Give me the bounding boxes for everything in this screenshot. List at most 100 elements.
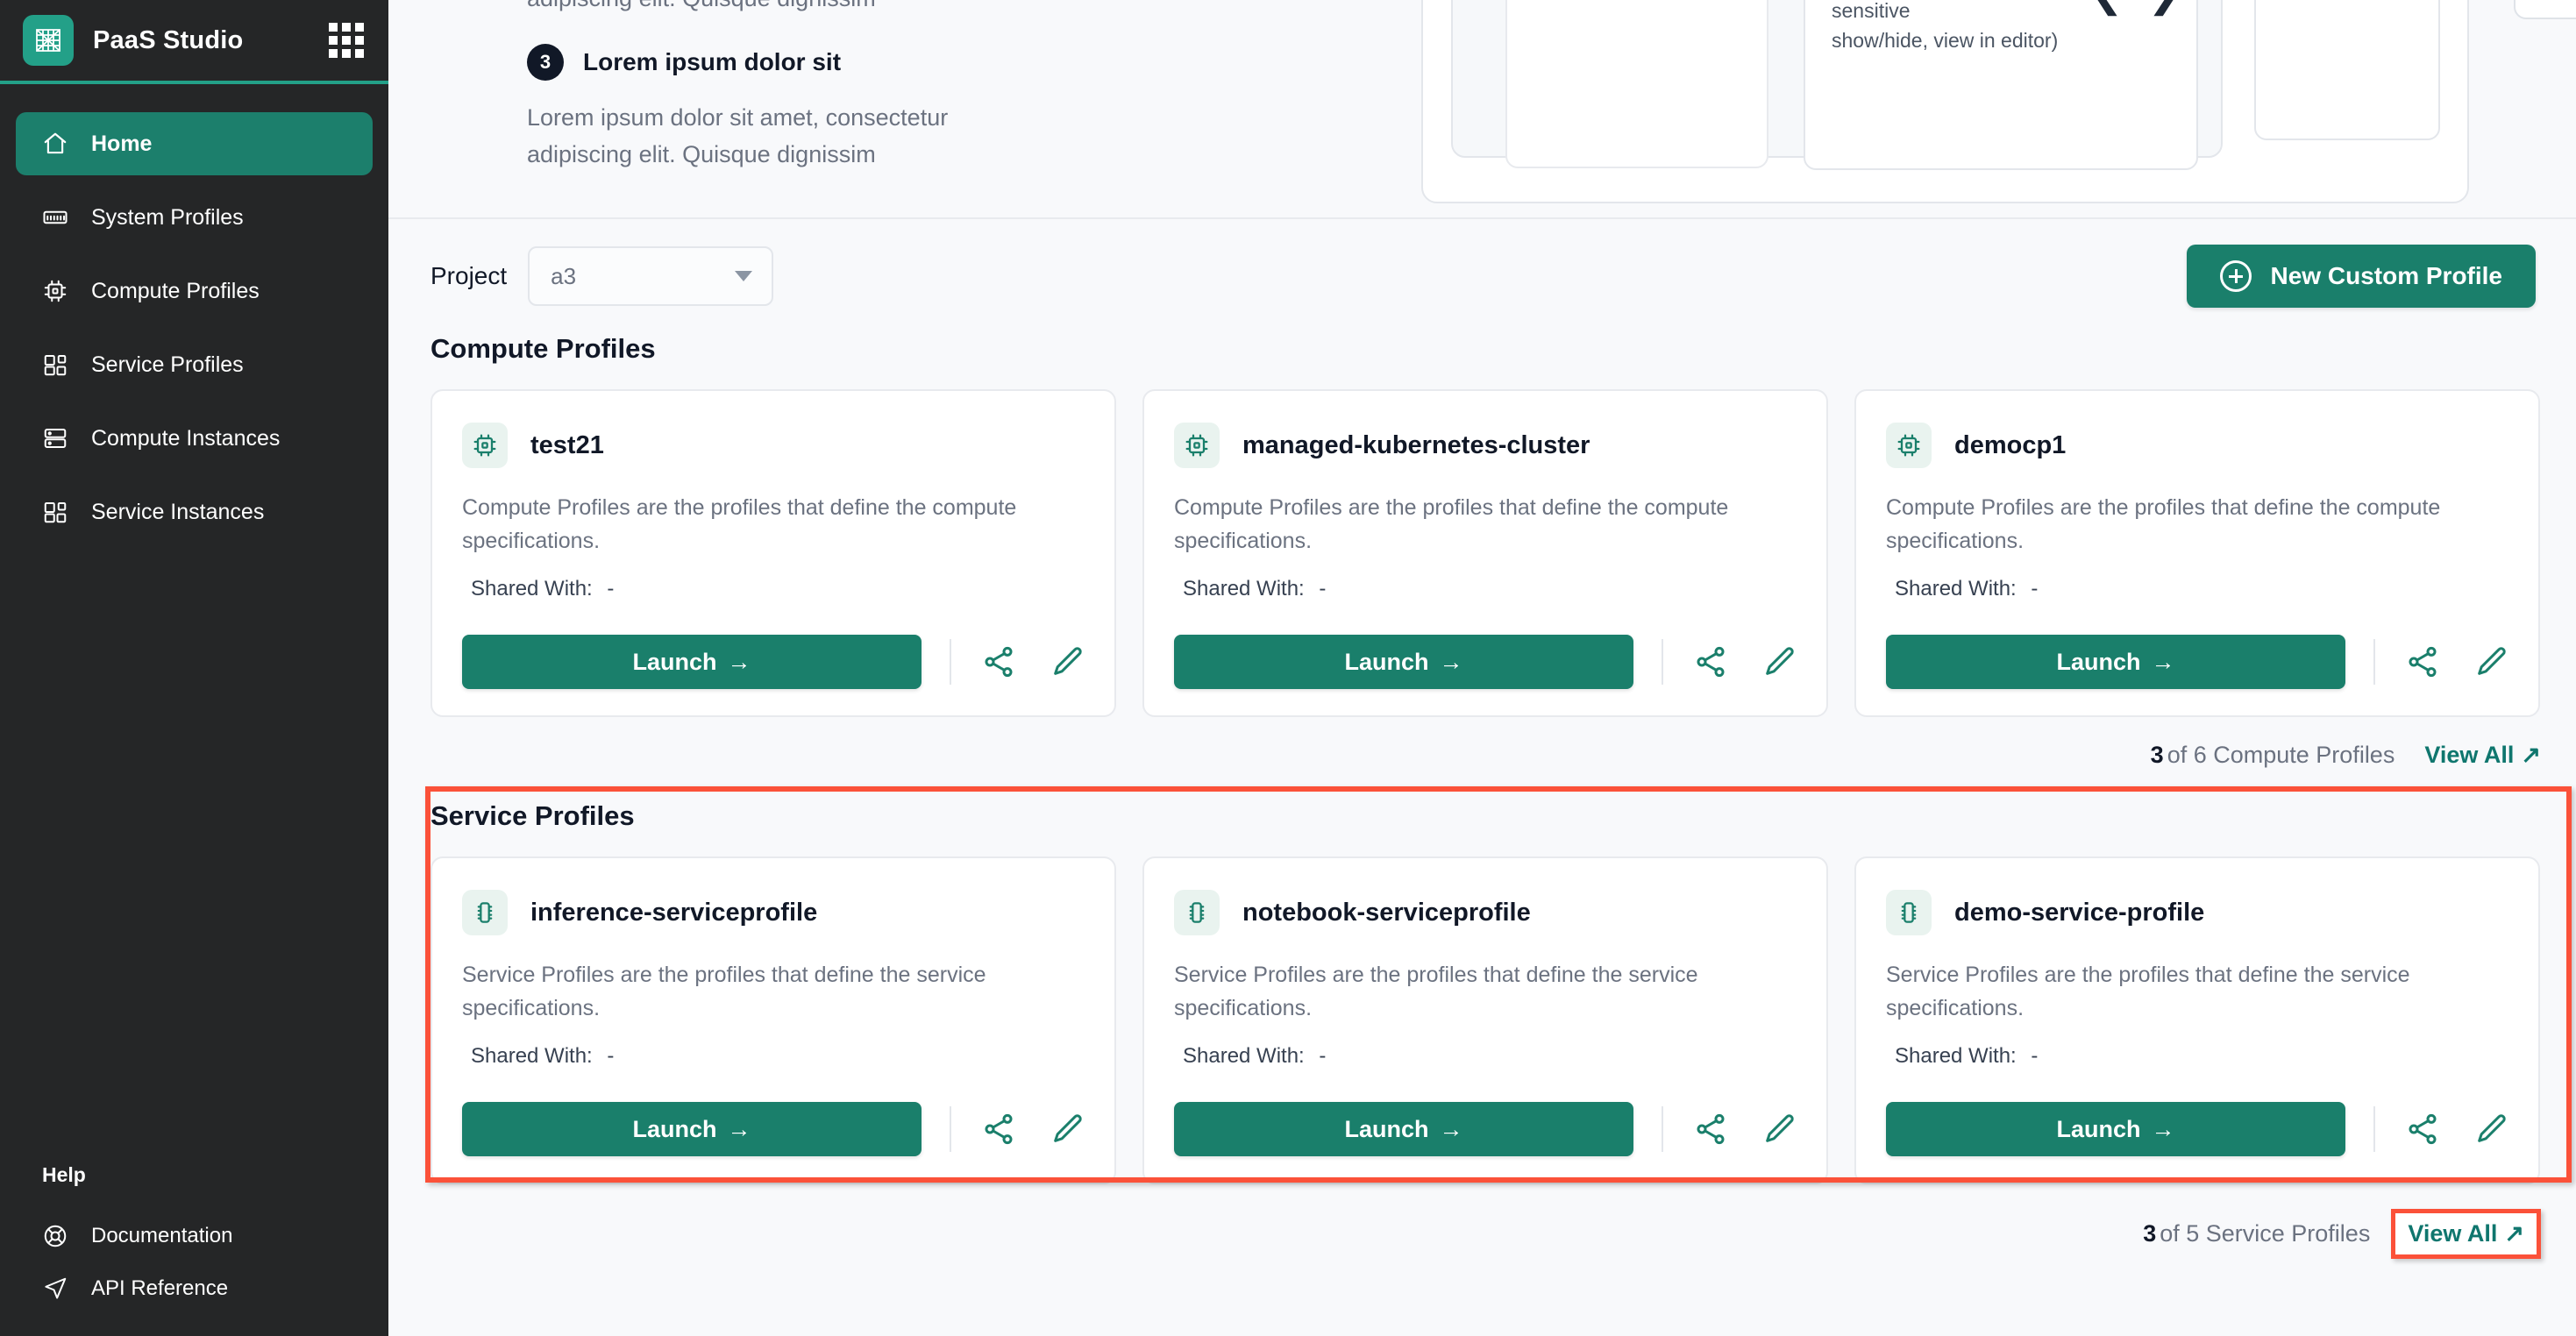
compute-profile-card[interactable]: democp1 Compute Profiles are the profile… (1854, 389, 2540, 717)
pencil-icon[interactable] (2473, 644, 2508, 679)
share-icon[interactable] (981, 1112, 1016, 1147)
card-shared-with: Shared With: - (1886, 1044, 2508, 1069)
pencil-icon[interactable] (1761, 1112, 1797, 1147)
share-icon[interactable] (2405, 644, 2440, 679)
card-title: test21 (530, 430, 604, 459)
hero-faded-line: adipiscing elit. Quisque dignissim (527, 0, 1071, 18)
send-icon (42, 1276, 68, 1302)
server-icon (42, 425, 68, 451)
action-divider (1662, 1106, 1663, 1152)
card-actions: Launch → (1886, 1069, 2508, 1156)
home-icon (42, 131, 68, 157)
compute-profile-card[interactable]: managed-kubernetes-cluster Compute Profi… (1142, 389, 1828, 717)
compute-count-shown: 3 (2150, 742, 2164, 768)
shared-label: Shared With: (1183, 1044, 1305, 1068)
diagram-box-large (1505, 0, 1768, 168)
sidebar-item-compute-profiles[interactable]: Compute Profiles (16, 259, 373, 323)
shared-value: - (607, 1044, 615, 1068)
sidebar-item-api-reference[interactable]: API Reference (16, 1262, 373, 1315)
sidebar-item-compute-instances[interactable]: Compute Instances (16, 407, 373, 470)
shared-label: Shared With: (471, 1044, 593, 1068)
share-icon[interactable] (1693, 1112, 1728, 1147)
step-title: Lorem ipsum dolor sit (583, 47, 842, 75)
shared-value: - (607, 577, 615, 600)
hero-step-header: 3 Lorem ipsum dolor sit (527, 43, 1071, 81)
card-title: demo-service-profile (1954, 898, 2205, 927)
launch-label: Launch (632, 648, 717, 675)
hero-diagram-card: (set defaults, set Input field types, hi… (1421, 0, 2469, 203)
sidebar-footer: Help Documentation API Reference (0, 1163, 388, 1336)
cpu-icon (42, 278, 68, 304)
launch-button[interactable]: Launch → (462, 635, 922, 689)
card-actions: Launch → (1886, 601, 2508, 689)
share-icon[interactable] (2405, 1112, 2440, 1147)
launch-button[interactable]: Launch → (462, 1102, 922, 1156)
diagram-side-panel (2254, 0, 2440, 140)
sidebar-item-home[interactable]: Home (16, 112, 373, 175)
card-actions: Launch → (1174, 601, 1797, 689)
launch-button[interactable]: Launch → (1886, 1102, 2345, 1156)
diagram-line-3: (types:url,filedownload, sensitive (1832, 0, 1911, 22)
pencil-icon[interactable] (2473, 1112, 2508, 1147)
card-shared-with: Shared With: - (1174, 577, 1797, 601)
share-icon[interactable] (1693, 644, 1728, 679)
service-profile-card[interactable]: inference-serviceprofile Service Profile… (431, 856, 1116, 1184)
share-icon[interactable] (981, 644, 1016, 679)
action-divider (2373, 639, 2375, 685)
card-description: Service Profiles are the profiles that d… (462, 963, 986, 1020)
compute-cards-grid: test21 Compute Profiles are the profiles… (388, 389, 2576, 717)
shared-value: - (1319, 1044, 1327, 1068)
card-shared-with: Shared With: - (1886, 577, 2508, 601)
sidebar-item-label: Home (91, 131, 153, 156)
project-select-value: a3 (551, 262, 577, 289)
pencil-icon[interactable] (1050, 644, 1085, 679)
service-chip-icon (1886, 890, 1932, 935)
sidebar-nav: Home System Profiles Compute Profiles Se… (0, 84, 388, 554)
sidebar-item-service-profiles[interactable]: Service Profiles (16, 333, 373, 396)
project-select[interactable]: a3 (528, 246, 774, 306)
grid-apps-icon[interactable] (329, 23, 364, 58)
help-section-label: Help (42, 1163, 86, 1186)
service-profile-card[interactable]: notebook-serviceprofile Service Profiles… (1142, 856, 1828, 1184)
launch-button[interactable]: Launch → (1174, 1102, 1633, 1156)
card-header: test21 (462, 423, 1085, 468)
launch-label: Launch (632, 1115, 717, 1142)
card-description: Compute Profiles are the profiles that d… (1886, 495, 2441, 553)
cpu-chip-icon (462, 423, 508, 468)
diagram-inner-panel: (set defaults, set Input field types, hi… (1451, 0, 2223, 170)
launch-label: Launch (2056, 1115, 2141, 1142)
service-count-shown: 3 (2143, 1220, 2157, 1247)
pencil-icon[interactable] (1050, 1112, 1085, 1147)
hero-text-block: adipiscing elit. Quisque dignissim 3 Lor… (527, 0, 1071, 174)
sidebar-item-documentation[interactable]: Documentation (16, 1210, 373, 1262)
plus-circle-icon (2219, 260, 2252, 292)
blocks-icon (42, 499, 68, 525)
service-profile-card[interactable]: demo-service-profile Service Profiles ar… (1854, 856, 2540, 1184)
sidebar-header: PaaS Studio (0, 0, 388, 81)
service-chip-icon (462, 890, 508, 935)
main-content: adipiscing elit. Quisque dignissim 3 Lor… (388, 0, 2576, 1336)
app-logo-icon (23, 15, 74, 66)
launch-button[interactable]: Launch → (1886, 635, 2345, 689)
compute-view-all-link[interactable]: View All ↗ (2424, 742, 2541, 769)
pencil-icon[interactable] (1761, 644, 1797, 679)
card-header: demo-service-profile (1886, 890, 2508, 935)
card-title: inference-serviceprofile (530, 898, 818, 927)
code-brackets-icon: ❮···❯ (2092, 0, 2179, 16)
compute-section-footer: 3 of 6 Compute Profiles View All ↗ (388, 717, 2576, 769)
sidebar-item-system-profiles[interactable]: System Profiles (16, 186, 373, 249)
launch-button[interactable]: Launch → (1174, 635, 1633, 689)
new-custom-profile-button[interactable]: New Custom Profile (2186, 245, 2536, 308)
project-label: Project (431, 262, 508, 289)
shared-label: Shared With: (1895, 577, 2017, 600)
card-title: democp1 (1954, 430, 2067, 459)
service-view-all-link[interactable]: View All ↗ (2391, 1209, 2541, 1259)
sidebar-item-service-instances[interactable]: Service Instances (16, 480, 373, 544)
new-custom-profile-label: New Custom Profile (2270, 262, 2502, 289)
card-header: democp1 (1886, 423, 2508, 468)
card-header: inference-serviceprofile (462, 890, 1085, 935)
shared-label: Shared With: (1895, 1044, 2017, 1068)
brand-title: PaaS Studio (93, 25, 244, 54)
compute-profile-card[interactable]: test21 Compute Profiles are the profiles… (431, 389, 1116, 717)
diagram-text-content: (set defaults, set Input field types, hi… (1832, 0, 2103, 56)
